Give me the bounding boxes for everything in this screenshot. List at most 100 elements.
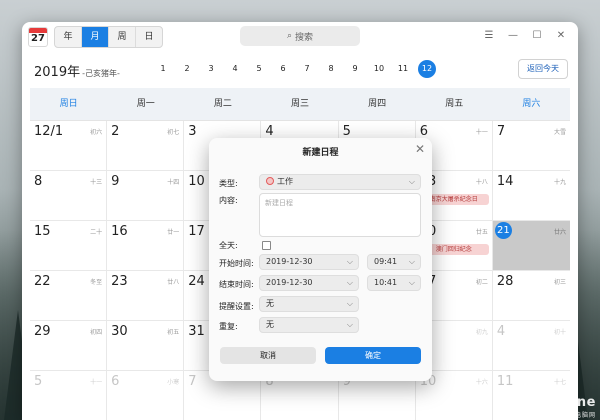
lunar-date: 初二 [475,279,488,286]
month-item[interactable]: 7 [298,60,316,78]
chevron-down-icon: ⌵ [346,257,353,266]
day-cell[interactable]: 4 初十 [492,321,570,371]
type-select[interactable]: 工作 ⌵ [259,174,421,190]
lunar-date: 初七 [167,129,180,136]
month-item[interactable]: 6 [274,60,292,78]
confirm-button[interactable]: 确定 [325,347,421,364]
day-cell[interactable]: 30 初五 [107,321,185,371]
day-number: 22 [34,274,51,289]
today-button[interactable]: 返回今天 [518,59,568,79]
search-input[interactable]: ⌕ 搜索 [240,26,360,46]
view-switcher: 年月周日 [54,26,163,48]
lunar-date: 廿六 [553,229,566,236]
lunar-date: 初三 [553,279,566,286]
tab-view-3[interactable]: 日 [136,27,162,47]
day-number: 23 [111,274,128,289]
repeat-select[interactable]: 无 ⌵ [259,317,359,333]
day-cell[interactable]: 16 廿一 [107,221,185,271]
day-number: 7 [496,124,506,139]
day-number: 28 [496,274,514,289]
month-item[interactable]: 12 [418,60,436,78]
lunar-date: 十一 [475,129,488,136]
weekday-label: 周五 [445,99,464,109]
day-number: 6 [111,374,120,389]
day-cell[interactable]: 23 廿八 [107,271,185,321]
day-cell[interactable]: 28 初三 [492,271,570,321]
month-item[interactable]: 4 [226,60,244,78]
end-time-label: 结束时间: [219,280,254,289]
close-icon[interactable]: ✕ [415,142,425,156]
day-cell[interactable]: 22 冬至 [30,271,108,321]
lunar-date: 大雪 [553,129,566,136]
month-item[interactable]: 1 [154,60,172,78]
minimize-icon[interactable]: — [502,26,524,46]
month-item[interactable]: 3 [202,60,220,78]
end-time-select[interactable]: 10:41 ⌵ [367,275,421,291]
lunar-date: 廿一 [167,229,180,236]
lunar-date: 小寒 [167,379,180,386]
day-number: 17 [188,224,205,239]
lunar-date: 初十 [553,329,566,336]
day-number: 30 [111,324,128,339]
day-cell[interactable]: 7 大雪 [492,121,570,171]
start-date-select[interactable]: 2019-12-30 ⌵ [259,254,359,270]
day-cell[interactable]: 9 十四 [107,171,185,221]
lunar-date: 廿八 [167,279,180,286]
chevron-down-icon: ⌵ [408,278,415,287]
day-cell[interactable]: 8 十三 [30,171,108,221]
month-item[interactable]: 11 [394,60,412,78]
day-number: 9 [111,174,120,189]
day-number: 4 [265,124,274,139]
day-number: 3 [188,124,197,139]
tab-view-1[interactable]: 月 [82,27,109,47]
day-number: 31 [188,324,205,339]
day-number: 4 [496,324,506,339]
weekday-label: 周四 [368,99,387,109]
day-cell[interactable]: 29 初四 [30,321,108,371]
day-cell[interactable]: 12/1 初六 [30,121,108,171]
day-cell[interactable]: 15 二十 [30,221,108,271]
menu-icon[interactable]: ☰ [478,26,500,46]
day-number: 5 [342,124,351,139]
day-cell[interactable]: 2 初七 [107,121,185,171]
lunar-date: 十四 [167,179,180,186]
start-time-select[interactable]: 09:41 ⌵ [367,254,421,270]
allday-checkbox[interactable] [262,241,271,250]
lunar-date: 十九 [553,179,566,186]
month-item[interactable]: 9 [346,60,364,78]
lunar-date: 初九 [475,329,488,336]
lunar-date: 十六 [475,379,488,386]
reminder-label: 提醒设置: [219,302,254,311]
day-number: 14 [496,174,514,189]
day-cell[interactable]: 21 廿六 [492,221,570,271]
weekday-header: 周日 周一 周二 周三 周四 周五 周六 [30,88,570,120]
month-item[interactable]: 5 [250,60,268,78]
lunar-date: 冬至 [90,279,103,286]
month-item[interactable]: 10 [370,60,388,78]
close-icon[interactable]: ✕ [550,26,572,46]
day-number: 11 [496,374,514,389]
tab-view-0[interactable]: 年 [55,27,82,47]
repeat-label: 重复: [219,322,238,331]
day-number: 16 [111,224,128,239]
day-number: 29 [34,324,51,339]
cancel-button[interactable]: 取消 [220,347,316,364]
tab-view-2[interactable]: 周 [109,27,136,47]
day-number: 2 [111,124,120,139]
day-number: 24 [188,274,205,289]
lunar-date: 廿五 [475,229,488,236]
reminder-select[interactable]: 无 ⌵ [259,296,359,312]
day-cell[interactable]: 6 小寒 [107,371,185,420]
window-controls: ☰ — ☐ ✕ [478,26,572,46]
month-item[interactable]: 8 [322,60,340,78]
day-cell[interactable]: 14 十九 [492,171,570,221]
calendar-app-icon: 27 [28,27,48,47]
weekday-label: 周日 [59,99,78,109]
content-textarea[interactable]: 新建日程 [259,193,421,237]
day-cell[interactable]: 5 十一 [30,371,108,420]
maximize-icon[interactable]: ☐ [526,26,548,46]
month-item[interactable]: 2 [178,60,196,78]
content-label: 内容: [219,196,238,205]
end-date-select[interactable]: 2019-12-30 ⌵ [259,275,359,291]
lunar-date: 十八 [475,179,488,186]
